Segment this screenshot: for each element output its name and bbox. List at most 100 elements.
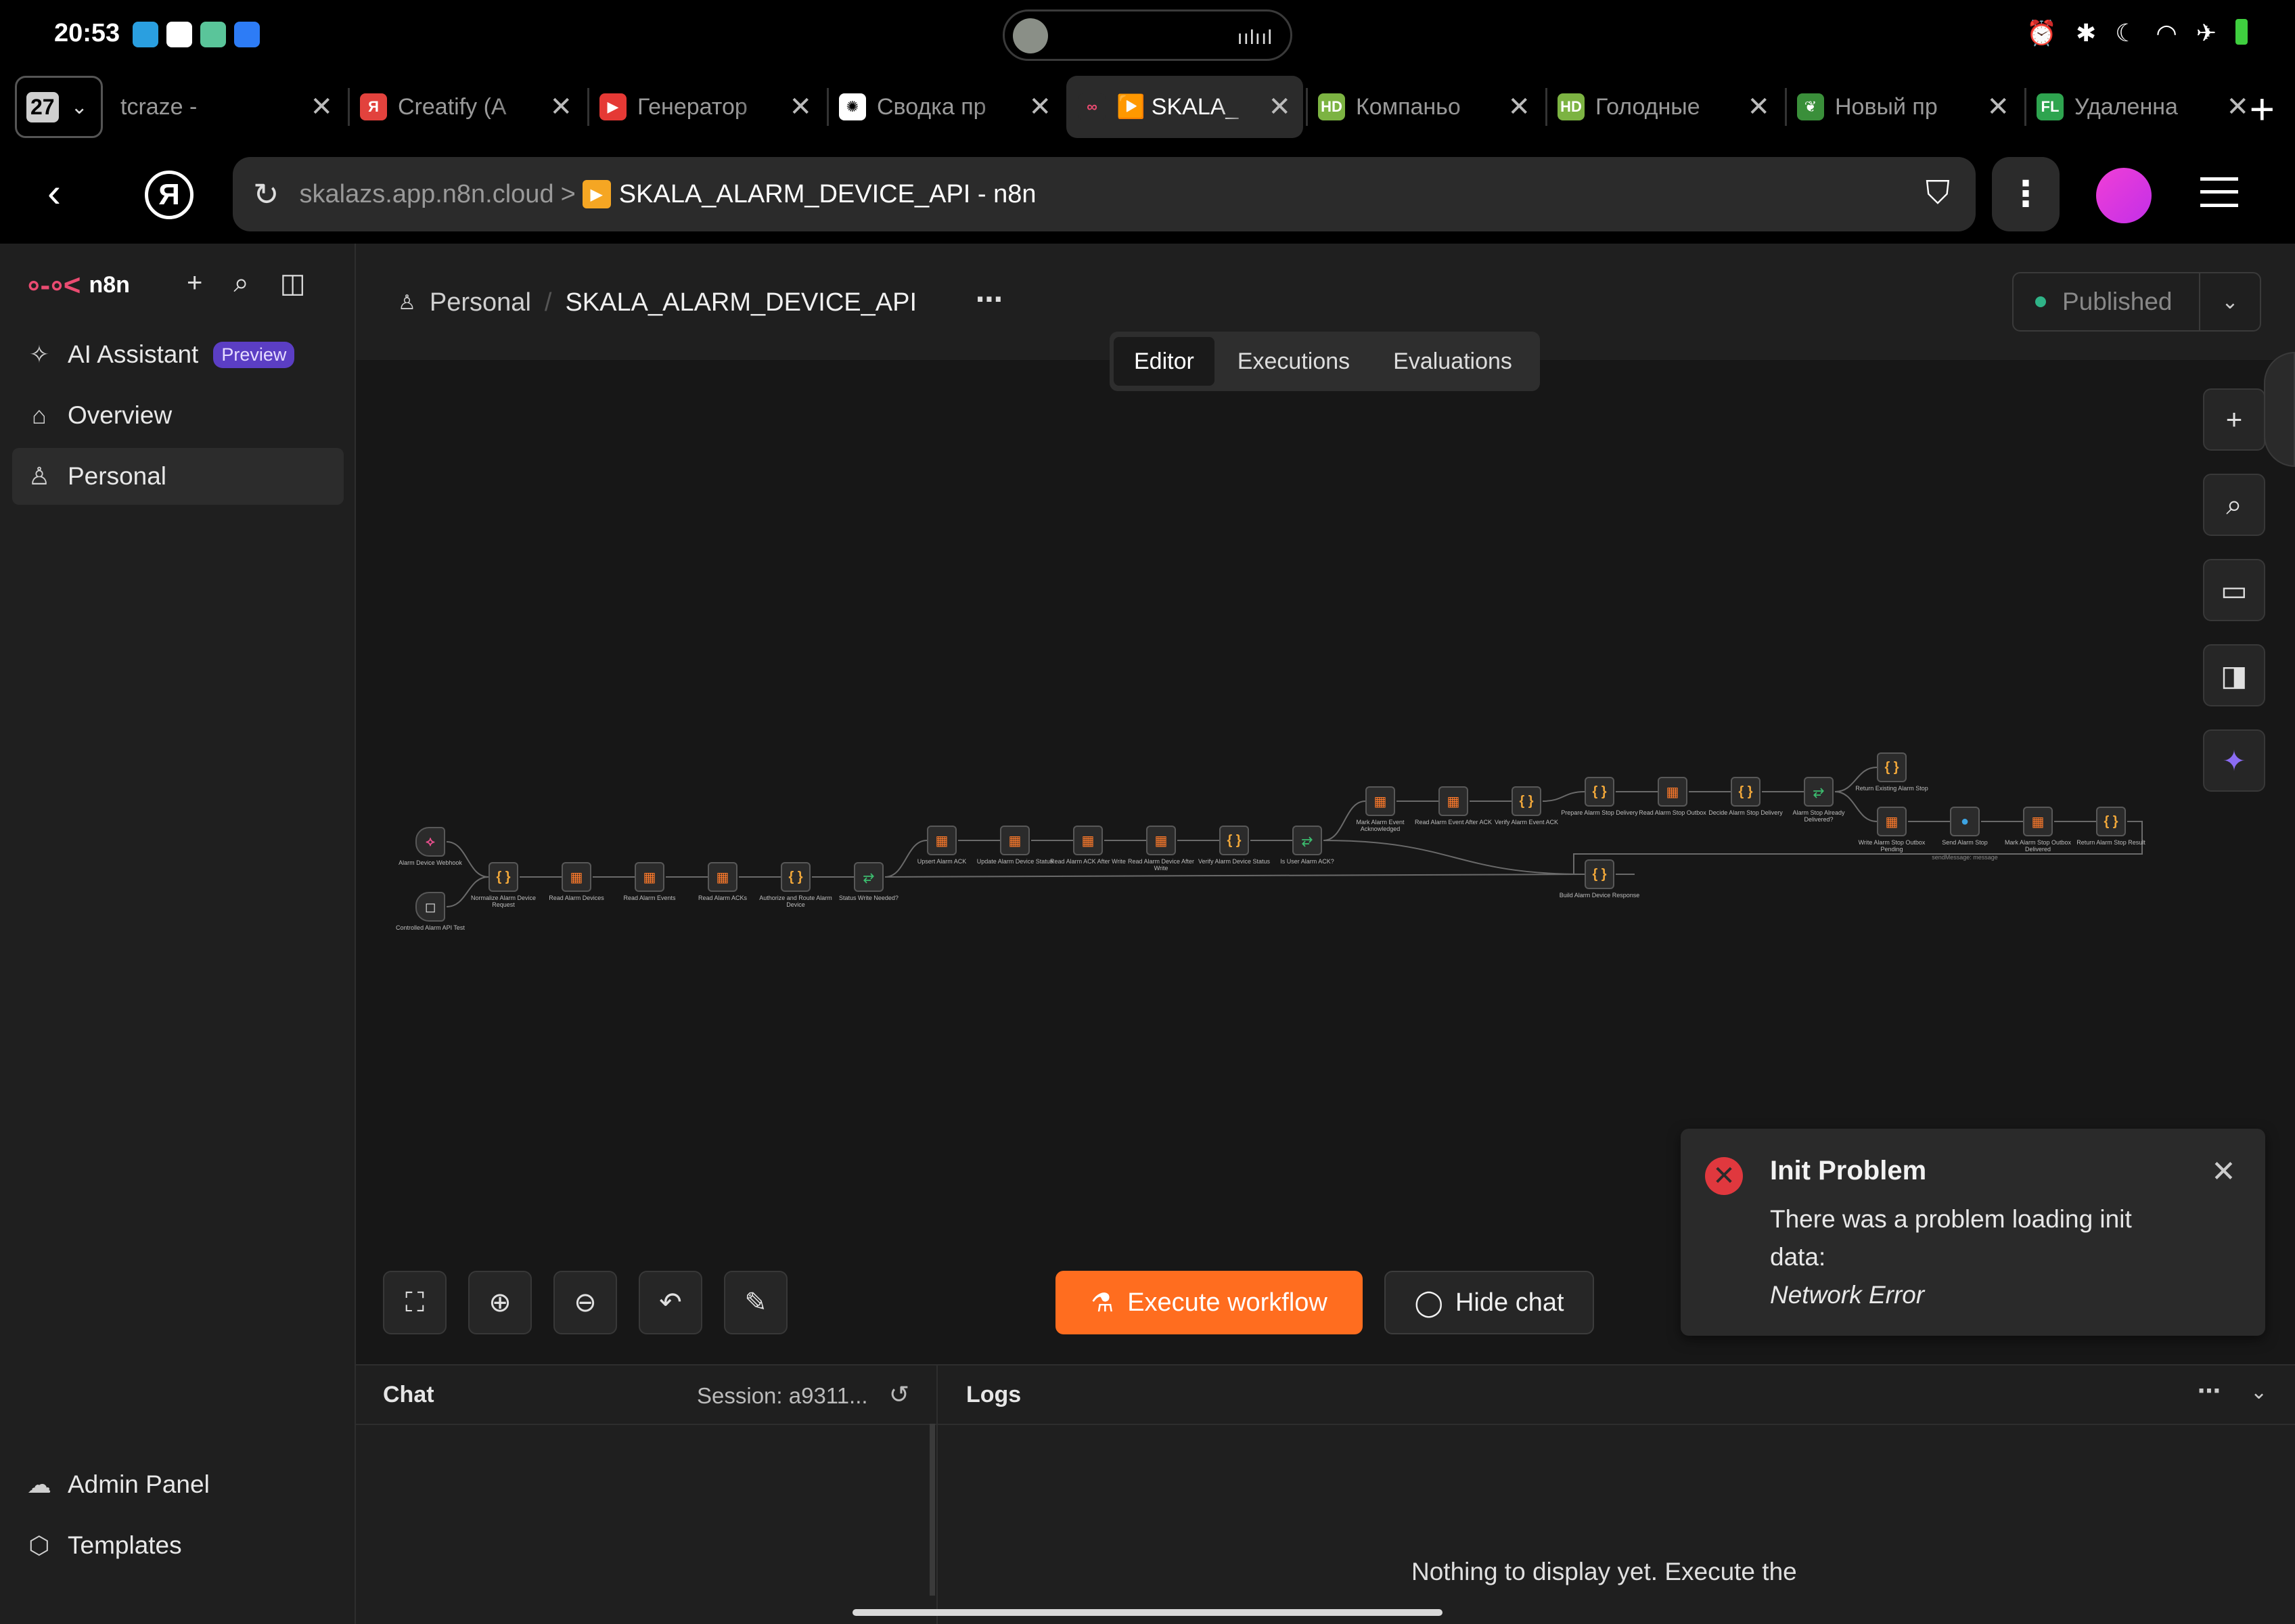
workflow-node[interactable]: ▦ (1438, 786, 1468, 816)
workflow-node[interactable]: ▦ (708, 862, 737, 892)
hide-chat-button[interactable]: ◯ Hide chat (1384, 1271, 1594, 1334)
chevron-down-icon[interactable]: ⌄ (2250, 1380, 2267, 1404)
zoom-in-button[interactable]: ⊕ (468, 1271, 532, 1334)
toggle-panel-button[interactable]: ◨ (2203, 644, 2265, 706)
close-tab-icon[interactable]: ✕ (1747, 91, 1770, 122)
reset-session-icon[interactable]: ↺ (889, 1380, 909, 1409)
workflow-node[interactable]: { } (1512, 786, 1541, 816)
workflow-node[interactable]: ▦ (1658, 777, 1687, 807)
workflow-node[interactable]: { } (1219, 826, 1249, 855)
new-tab-button[interactable]: + (2250, 84, 2275, 134)
search-icon[interactable]: ⌕ (233, 268, 248, 299)
url-field[interactable]: ↻ skalazs.app.n8n.cloud > ▶ SKALA_ALARM_… (233, 157, 1976, 231)
workflow-node[interactable]: ▦ (1877, 807, 1907, 836)
zoom-out-button[interactable]: ⊖ (553, 1271, 617, 1334)
sidebar-item-personal[interactable]: ♙ Personal (12, 448, 344, 505)
undo-button[interactable]: ↶ (639, 1271, 702, 1334)
workflow-node[interactable]: ⟡ (415, 827, 445, 857)
workflow-node[interactable]: { } (781, 862, 811, 892)
add-node-button[interactable]: + (2203, 388, 2265, 451)
close-tab-icon[interactable]: ✕ (1986, 91, 2009, 122)
workflow-node[interactable]: { } (488, 862, 518, 892)
workflow-node[interactable]: ⥂ (854, 862, 884, 892)
reload-icon[interactable]: ↻ (253, 176, 279, 212)
browser-tab[interactable]: HD Голодные ✕ (1545, 76, 1782, 138)
ask-ai-tab[interactable] (2264, 352, 2295, 467)
tidy-up-button[interactable]: ✎ (724, 1271, 788, 1334)
home-indicator[interactable] (853, 1609, 1442, 1616)
sidebar-item-templates[interactable]: ⬡ Templates (12, 1517, 344, 1574)
n8n-logo[interactable]: ∘-∘< n8n (24, 268, 130, 302)
workflow-node[interactable]: { } (1731, 777, 1760, 807)
back-button[interactable]: ‹ (47, 169, 61, 216)
tab-evaluations[interactable]: Evaluations (1373, 337, 1532, 386)
browser-tab[interactable]: Я Creatify (A ✕ (348, 76, 585, 138)
tab-switcher-button[interactable]: 27 ⌄ (15, 76, 103, 138)
sidebar-item-ai-assistant[interactable]: ✧ AI Assistant Preview (12, 326, 344, 383)
zoom-to-fit-button[interactable]: ⛶ (383, 1271, 447, 1334)
workflow-node[interactable]: ▦ (927, 826, 957, 855)
sparkle-icon: ✧ (28, 340, 50, 368)
browser-tab[interactable]: HD Компаньо ✕ (1306, 76, 1543, 138)
ai-sparkle-button[interactable]: ✦ (2203, 729, 2265, 792)
published-button[interactable]: Published (2062, 288, 2199, 316)
workflow-node[interactable]: ⥂ (1804, 777, 1834, 807)
close-icon[interactable]: ✕ (2211, 1154, 2236, 1189)
workflow-node[interactable]: ▦ (562, 862, 591, 892)
sticky-note-button[interactable]: ▭ (2203, 559, 2265, 621)
search-nodes-button[interactable]: ⌕ (2203, 474, 2265, 536)
close-tab-icon[interactable]: ✕ (1507, 91, 1530, 122)
workflow-node-label: Normalize Alarm Device Request (470, 895, 537, 908)
workflow-node[interactable]: { } (1585, 859, 1614, 889)
dynamic-island[interactable]: ıılııl (1003, 9, 1292, 61)
sidebar-item-admin-panel[interactable]: ☁ Admin Panel (12, 1456, 344, 1513)
sidebar-item-label: Admin Panel (68, 1470, 210, 1498)
workflow-node[interactable]: ▦ (635, 862, 664, 892)
browser-tab[interactable]: ∞ ▶️ SKALA_ ✕ (1066, 76, 1303, 138)
workflow-node[interactable]: ▦ (1073, 826, 1103, 855)
workflow-node[interactable]: ◻ (415, 892, 445, 922)
logs-options-button[interactable]: ⋯ (2198, 1378, 2221, 1405)
browser-menu-button[interactable]: ⋮ (1992, 157, 2060, 231)
workflow-node[interactable]: ▦ (1000, 826, 1030, 855)
collapse-sidebar-icon[interactable]: ◫ (280, 268, 306, 299)
workflow-name[interactable]: SKALA_ALARM_DEVICE_API (565, 288, 917, 317)
shield-icon[interactable]: ⛉ (1926, 175, 1950, 212)
workflow-node[interactable]: { } (1877, 752, 1907, 782)
workflow-node-label: Alarm Device Webhook (399, 859, 462, 866)
sidebar-item-label: AI Assistant (68, 340, 199, 368)
workflow-node[interactable]: ▦ (2023, 807, 2053, 836)
workflow-options-button[interactable]: ⋯ (976, 284, 1003, 315)
workflow-node[interactable]: { } (1585, 777, 1614, 807)
browser-tab[interactable]: ▶ Генератор ✕ (587, 76, 824, 138)
tab-editor[interactable]: Editor (1114, 337, 1214, 386)
close-tab-icon[interactable]: ✕ (1028, 91, 1051, 122)
sidebar-item-overview[interactable]: ⌂ Overview (12, 387, 344, 444)
browser-tab[interactable]: ❦ Новый пр ✕ (1785, 76, 2022, 138)
yandex-home-button[interactable]: Я (145, 171, 194, 219)
workflow-node[interactable]: ● (1950, 807, 1980, 836)
close-tab-icon[interactable]: ✕ (2226, 91, 2249, 122)
alice-assistant-button[interactable] (2096, 168, 2152, 223)
breadcrumb-project[interactable]: Personal (430, 288, 531, 317)
browser-tab[interactable]: tcraze - ✕ (108, 76, 345, 138)
workflow-node[interactable]: ⥂ (1292, 826, 1322, 855)
tab-title: Удаленна (2074, 93, 2178, 120)
chevron-down-icon[interactable]: ⌄ (2199, 273, 2260, 330)
close-tab-icon[interactable]: ✕ (310, 91, 333, 122)
workflow-node[interactable]: ▦ (1146, 826, 1176, 855)
panel-resize-handle[interactable] (930, 1424, 935, 1596)
close-tab-icon[interactable]: ✕ (1268, 91, 1291, 122)
audio-wave-icon: ıılııl (1237, 26, 1273, 49)
plus-icon[interactable]: + (187, 268, 202, 299)
browser-tab[interactable]: FL Удаленна ✕ (2024, 76, 2261, 138)
workflow-node[interactable]: ▦ (1365, 786, 1395, 816)
tab-executions[interactable]: Executions (1217, 337, 1370, 386)
workflow-node[interactable]: { } (2096, 807, 2126, 836)
n8n-icon: ∞ (1078, 93, 1106, 120)
hamburger-menu-button[interactable] (2200, 177, 2238, 207)
close-tab-icon[interactable]: ✕ (789, 91, 812, 122)
execute-workflow-button[interactable]: ⚗ Execute workflow (1055, 1271, 1363, 1334)
browser-tab[interactable]: ✺ Сводка пр ✕ (827, 76, 1064, 138)
close-tab-icon[interactable]: ✕ (549, 91, 572, 122)
